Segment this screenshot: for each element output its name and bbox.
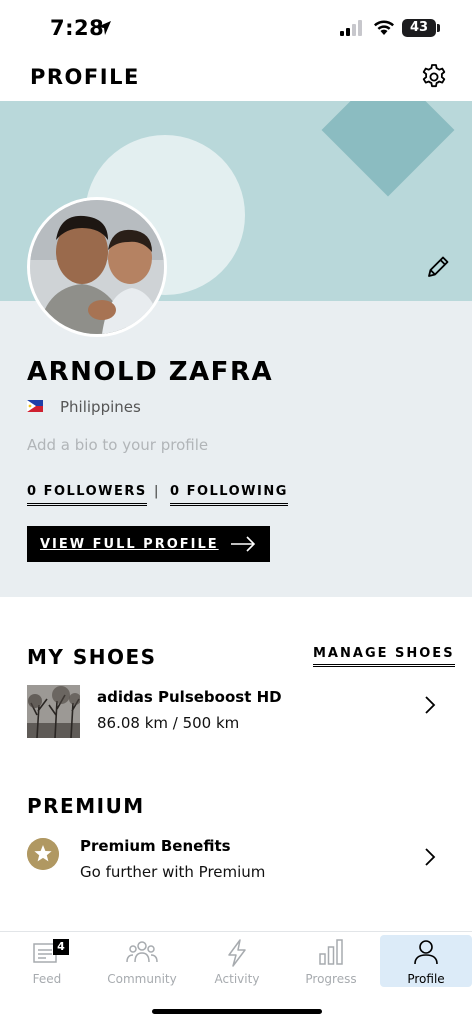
chevron-right-icon [425,696,436,714]
page-title: PROFILE [30,65,140,89]
app-header: PROFILE [0,56,472,101]
premium-star-icon [27,838,59,870]
shoe-name: adidas Pulseboost HD [97,688,282,706]
community-icon [126,941,158,963]
tab-label: Community [107,972,177,986]
country-label: Philippines [60,398,141,416]
feed-badge: 4 [53,939,69,955]
premium-item-subtitle: Go further with Premium [80,863,266,881]
my-shoes-title: MY SHOES [27,645,157,669]
settings-gear-icon[interactable] [419,62,449,92]
arrow-right-icon [231,536,256,552]
tab-progress[interactable]: Progress [285,935,377,987]
avatar-photo [30,200,164,334]
chevron-right-icon [425,848,436,866]
premium-item-title: Premium Benefits [80,837,231,855]
edit-pencil-icon[interactable] [424,253,452,281]
wifi-icon [374,20,394,35]
bio-placeholder[interactable]: Add a bio to your profile [27,436,208,454]
follow-separator: | [154,484,159,499]
tab-label: Feed [32,972,62,986]
cellular-signal-icon [340,20,362,36]
profile-avatar[interactable] [27,197,167,337]
tab-label: Activity [214,972,260,986]
premium-benefits-item[interactable]: Premium Benefits Go further with Premium [0,830,472,890]
profile-icon [414,940,438,965]
shoe-list-item[interactable]: adidas Pulseboost HD 86.08 km / 500 km [0,680,472,742]
location-arrow-icon [97,21,111,35]
tab-profile[interactable]: Profile [380,935,472,987]
home-indicator [152,1009,322,1014]
manage-shoes-link[interactable]: MANAGE SHOES [313,646,455,667]
cover-diamond-shape [321,101,455,197]
premium-title: PREMIUM [27,794,145,818]
shoe-thumbnail [27,685,80,738]
view-full-profile-button[interactable]: VIEW FULL PROFILE [27,526,270,562]
status-bar: 7:28 43 [0,0,472,56]
tab-community[interactable]: Community [96,935,188,987]
progress-icon [319,939,343,965]
tab-feed[interactable]: 4 Feed [1,935,93,987]
tab-label: Profile [407,972,445,986]
philippines-flag-icon [27,400,43,412]
activity-icon [228,939,246,967]
user-name: ARNOLD ZAFRA [27,357,274,387]
battery-indicator: 43 [402,19,436,37]
view-full-profile-label: VIEW FULL PROFILE [40,537,219,552]
tab-activity[interactable]: Activity [191,935,283,987]
battery-tip [437,24,440,32]
followers-link[interactable]: 0 FOLLOWERS [27,484,147,506]
shoe-distance: 86.08 km / 500 km [97,714,240,732]
following-link[interactable]: 0 FOLLOWING [170,484,288,506]
tab-label: Progress [305,972,357,986]
